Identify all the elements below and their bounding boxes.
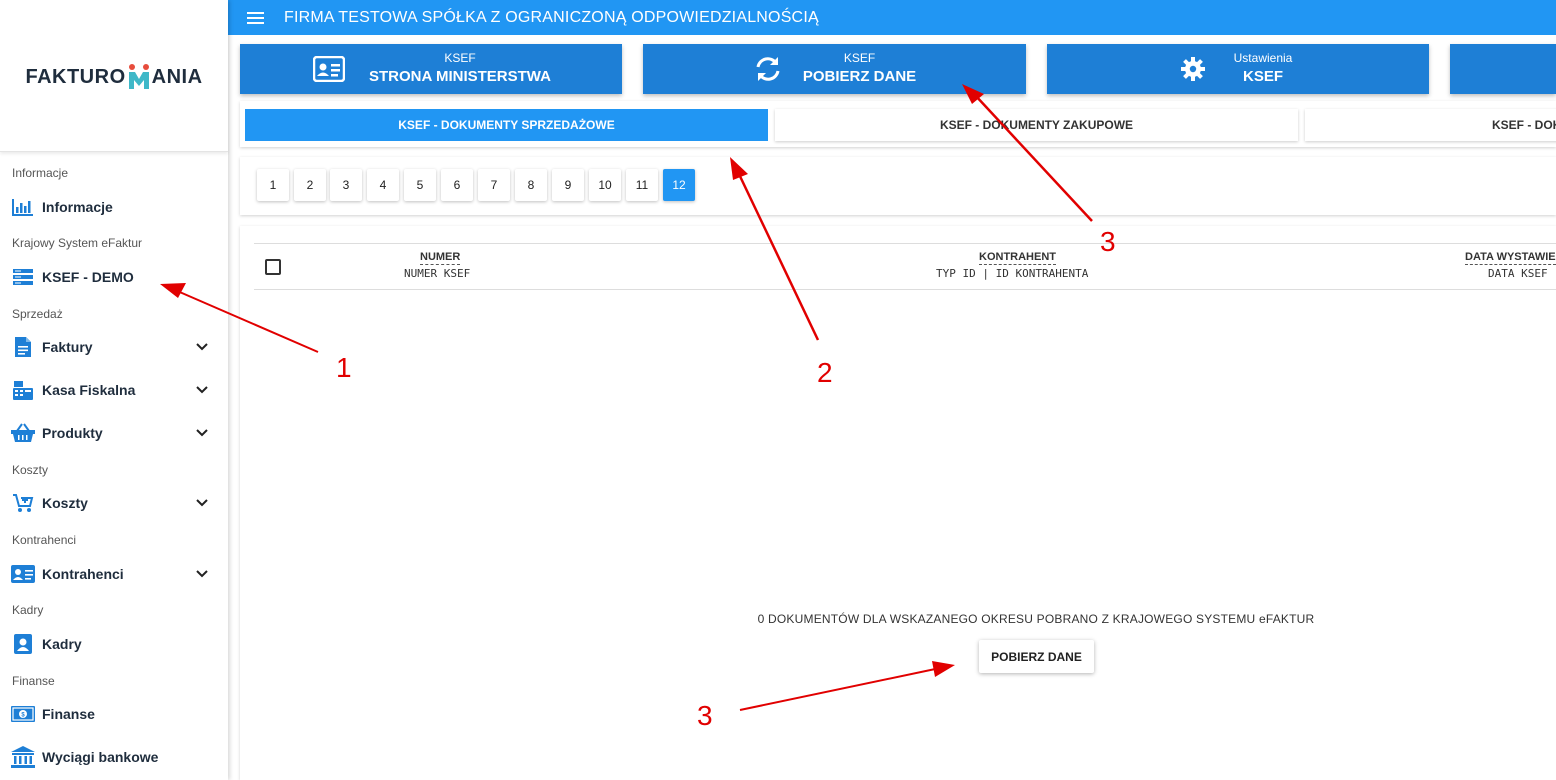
sidebar-item-label: Informacje	[42, 199, 113, 215]
sidebar-item-label: Kasa Fiskalna	[42, 382, 136, 398]
empty-state-message: 0 DOKUMENTÓW DLA WSKAZANEGO OKRESU POBRA…	[757, 612, 1315, 626]
chevron-down-icon[interactable]	[194, 339, 210, 355]
page-button[interactable]: 2	[294, 169, 326, 201]
page-button[interactable]: 3	[330, 169, 362, 201]
tab-purchase-documents[interactable]: KSEF - DOKUMENTY ZAKUPOWE	[775, 109, 1298, 141]
column-subheader-data-ksef: DATA KSEF	[1488, 267, 1548, 280]
ksef-ministry-site-button[interactable]: KSEF STRONA MINISTERSTWA	[240, 44, 622, 94]
action-title: POBIERZ DANE	[802, 68, 917, 85]
sidebar-item-label: Faktury	[42, 339, 93, 355]
select-all-checkbox[interactable]	[265, 259, 281, 275]
annotation-number-1: 1	[336, 352, 352, 383]
column-subheader-numer-ksef: NUMER KSEF	[404, 267, 471, 280]
annotation-number-3-top: 3	[1100, 226, 1116, 257]
sync-icon	[752, 55, 784, 83]
top-app-bar: FIRMA TESTOWA SPÓŁKA Z OGRANICZONĄ ODPOW…	[228, 0, 1556, 35]
column-subheader-kontrahent-id: TYP ID | ID KONTRAHENTA	[936, 267, 1089, 280]
annotation-number-3-bottom: 3	[697, 700, 713, 731]
sidebar-item-kontrahenci[interactable]: Kontrahenci	[0, 556, 228, 592]
section-koszty: Koszty	[12, 463, 49, 477]
fetch-data-button[interactable]: POBIERZ DANE	[979, 640, 1094, 673]
chevron-down-icon[interactable]	[194, 566, 210, 582]
bar-chart-icon	[11, 195, 35, 219]
section-kontrahenci: Kontrahenci	[12, 533, 77, 547]
page-button-active[interactable]: 12	[663, 169, 695, 201]
page-button[interactable]: 7	[478, 169, 510, 201]
action-subtitle: KSEF	[843, 51, 876, 65]
sidebar-item-kasa-fiskalna[interactable]: Kasa Fiskalna	[0, 372, 228, 408]
section-informacje: Informacje	[12, 166, 69, 180]
company-title: FIRMA TESTOWA SPÓŁKA Z OGRANICZONĄ ODPOW…	[284, 8, 819, 26]
employee-badge-icon	[11, 632, 35, 656]
document-icon	[11, 335, 35, 359]
chevron-down-icon[interactable]	[194, 382, 210, 398]
section-ksef: Krajowy System eFaktur	[12, 236, 143, 250]
sidebar-item-label: Koszty	[42, 495, 88, 511]
logo-m-icon	[127, 63, 151, 89]
bank-icon	[11, 745, 35, 769]
tab-other-documents[interactable]: KSEF - DOK	[1305, 109, 1556, 141]
money-bill-icon: $	[11, 702, 35, 726]
documents-table-card: NUMER NUMER KSEF KONTRAHENT TYP ID | ID …	[240, 226, 1556, 780]
chevron-down-icon[interactable]	[194, 425, 210, 441]
action-subtitle: Ustawienia	[1233, 51, 1293, 65]
action-title: STRONA MINISTERSTWA	[369, 68, 551, 85]
sidebar-item-ksef-demo[interactable]: KSEF - DEMO	[0, 259, 228, 295]
sidebar-item-label: Finanse	[42, 706, 95, 722]
id-card-icon	[313, 55, 345, 83]
gear-icon	[1177, 55, 1209, 83]
table-header: NUMER NUMER KSEF KONTRAHENT TYP ID | ID …	[254, 243, 1556, 290]
sidebar-item-label: Kontrahenci	[42, 566, 124, 582]
fakturomania-logo[interactable]: FAKTURO ANIA	[0, 0, 228, 152]
page-button[interactable]: 5	[404, 169, 436, 201]
page-button[interactable]: 4	[367, 169, 399, 201]
page-button[interactable]: 8	[515, 169, 547, 201]
contact-card-icon	[11, 562, 35, 586]
ksef-fetch-data-button[interactable]: KSEF POBIERZ DANE	[643, 44, 1026, 94]
ksef-settings-button[interactable]: Ustawienia KSEF	[1047, 44, 1429, 94]
section-sprzedaz: Sprzedaż	[12, 307, 63, 321]
sidebar-item-kadry[interactable]: Kadry	[0, 626, 228, 662]
hamburger-menu-icon[interactable]	[247, 8, 267, 28]
section-kadry: Kadry	[12, 603, 44, 617]
sidebar-item-wyciagi-bankowe[interactable]: Wyciągi bankowe	[0, 739, 228, 775]
page-button[interactable]: 11	[626, 169, 658, 201]
logo-text-right: ANIA	[151, 65, 203, 88]
sidebar-item-koszty[interactable]: Koszty	[0, 485, 228, 521]
action-subtitle: KSEF	[444, 51, 476, 65]
column-header-numer[interactable]: NUMER	[420, 251, 461, 265]
server-icon	[11, 265, 35, 289]
chevron-down-icon[interactable]	[194, 495, 210, 511]
column-header-data-wystawienia[interactable]: DATA WYSTAWIE	[1465, 251, 1556, 265]
sidebar-item-label: Produkty	[42, 425, 103, 441]
pagination: 1 2 3 4 5 6 7 8 9 10 11 12	[240, 157, 1556, 215]
tab-sales-documents[interactable]: KSEF - DOKUMENTY SPRZEDAŻOWE	[245, 109, 768, 141]
page-button[interactable]: 1	[257, 169, 289, 201]
sidebar-item-faktury[interactable]: Faktury	[0, 329, 228, 365]
basket-icon	[11, 421, 35, 445]
sidebar-item-label: Kadry	[42, 636, 82, 652]
logo-text-left: FAKTURO	[25, 65, 126, 88]
cash-register-icon	[11, 378, 35, 402]
page-button[interactable]: 10	[589, 169, 621, 201]
sidebar-item-label: Wyciągi bankowe	[42, 749, 159, 765]
column-header-kontrahent[interactable]: KONTRAHENT	[979, 251, 1056, 265]
cart-add-icon	[11, 491, 35, 515]
annotation-number-2: 2	[817, 357, 833, 388]
sidebar-item-informacje[interactable]: Informacje	[0, 189, 228, 225]
more-action-button[interactable]	[1450, 44, 1556, 94]
sidebar-item-finanse[interactable]: $ Finanse	[0, 696, 228, 732]
document-tabs: KSEF - DOKUMENTY SPRZEDAŻOWE KSEF - DOKU…	[240, 101, 1556, 147]
page-button[interactable]: 9	[552, 169, 584, 201]
sidebar: FAKTURO ANIA Informacje Informacje Krajo…	[0, 0, 228, 780]
action-title: KSEF	[1242, 68, 1283, 85]
section-finanse: Finanse	[12, 674, 55, 688]
sidebar-item-produkty[interactable]: Produkty	[0, 415, 228, 451]
sidebar-item-label: KSEF - DEMO	[42, 269, 134, 285]
page-button[interactable]: 6	[441, 169, 473, 201]
